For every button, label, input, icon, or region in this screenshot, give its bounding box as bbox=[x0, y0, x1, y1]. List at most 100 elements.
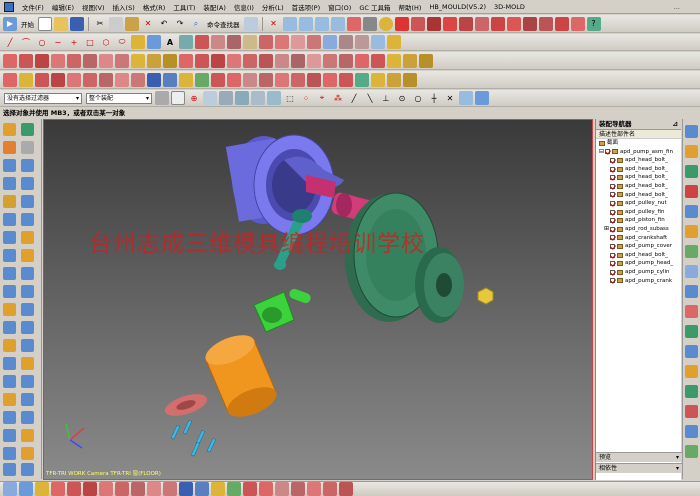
redo-icon[interactable]: ↷ bbox=[173, 17, 187, 31]
palette-tab-icon[interactable] bbox=[685, 345, 698, 358]
point-icon[interactable]: + bbox=[67, 35, 81, 49]
inspection-tab-icon[interactable] bbox=[685, 405, 698, 418]
system-scenes-tab-icon[interactable] bbox=[685, 325, 698, 338]
tree-node[interactable]: ⊞ apd_rod_subass bbox=[599, 225, 681, 234]
electrode-design-icon[interactable] bbox=[179, 482, 193, 496]
bom-icon[interactable] bbox=[387, 72, 401, 87]
thicken-icon[interactable] bbox=[3, 285, 16, 298]
visualize-icon[interactable] bbox=[291, 482, 305, 496]
camera-icon[interactable] bbox=[554, 16, 569, 31]
settings-icon[interactable] bbox=[570, 16, 585, 31]
combine-icon[interactable] bbox=[21, 411, 34, 424]
analysis-icon[interactable] bbox=[522, 16, 537, 31]
formed-icon[interactable] bbox=[3, 463, 16, 476]
insert-icon[interactable] bbox=[307, 72, 321, 87]
checkbox-icon[interactable] bbox=[605, 149, 610, 155]
start-icon[interactable]: ▶ bbox=[3, 16, 17, 31]
rib-icon[interactable] bbox=[21, 213, 34, 226]
part-navigator-icon[interactable] bbox=[21, 123, 34, 136]
emboss-icon[interactable] bbox=[3, 231, 16, 244]
pin-icon[interactable]: ⊿ bbox=[673, 119, 678, 130]
graphics-window[interactable]: 台州志成三维模具编程培训学校 TFR-TRI WORK Camera TFR-T… bbox=[43, 119, 593, 480]
tree-node[interactable]: apd_head_bolt_ bbox=[599, 251, 681, 260]
reposition-icon[interactable] bbox=[51, 72, 65, 87]
assemblies-icon[interactable] bbox=[83, 482, 97, 496]
point-on-face-icon[interactable] bbox=[459, 91, 473, 105]
menu-preferences[interactable]: 首选项(P) bbox=[288, 2, 325, 12]
checkbox-icon[interactable] bbox=[610, 243, 615, 249]
spline-icon[interactable]: ∼ bbox=[51, 35, 65, 49]
info-icon[interactable] bbox=[490, 16, 505, 31]
simulation-icon[interactable] bbox=[115, 482, 129, 496]
knowledge-fusion-icon[interactable] bbox=[259, 482, 273, 496]
checkbox-icon[interactable] bbox=[610, 235, 615, 241]
dim-icon[interactable] bbox=[538, 16, 553, 31]
assembly-navigator-tab-icon[interactable] bbox=[685, 125, 698, 138]
ellipse-icon[interactable]: ⬭ bbox=[115, 35, 129, 49]
line-icon[interactable]: ╱ bbox=[3, 35, 17, 49]
orient-icon[interactable] bbox=[410, 16, 425, 31]
checkbox-icon[interactable] bbox=[610, 226, 615, 232]
motion-icon[interactable] bbox=[195, 482, 209, 496]
checkbox-icon[interactable] bbox=[610, 192, 615, 198]
menu-insert[interactable]: 插入(S) bbox=[109, 2, 139, 12]
delete-face-icon[interactable] bbox=[21, 321, 34, 334]
midpoint-snap-icon[interactable]: ⌖ bbox=[315, 91, 329, 105]
help-icon[interactable]: ? bbox=[586, 16, 601, 31]
gate-icon[interactable] bbox=[291, 72, 305, 87]
web-browser-tab-icon[interactable] bbox=[685, 205, 698, 218]
mold-icon[interactable] bbox=[227, 72, 241, 87]
close-part-icon[interactable]: ✕ bbox=[267, 17, 281, 31]
wave-icon[interactable] bbox=[99, 72, 113, 87]
spreadsheet-icon[interactable] bbox=[19, 482, 33, 496]
tree-node[interactable]: apd_pump_cover bbox=[599, 242, 681, 251]
face-select-icon[interactable] bbox=[203, 91, 217, 105]
tree-section[interactable]: 截面 bbox=[599, 139, 681, 148]
tree-node[interactable]: apd_pump_head_ bbox=[599, 259, 681, 268]
datum-axis-icon[interactable] bbox=[403, 53, 417, 68]
project-icon[interactable] bbox=[195, 35, 209, 49]
tree-node[interactable]: apd_pump_crank bbox=[599, 277, 681, 286]
select-all-icon[interactable] bbox=[171, 91, 185, 105]
menu-file[interactable]: 文件(F) bbox=[18, 2, 48, 12]
menu-assembly[interactable]: 装配(A) bbox=[199, 2, 230, 12]
scale-icon[interactable] bbox=[339, 53, 353, 68]
drawing-icon[interactable] bbox=[163, 72, 177, 87]
tree-node[interactable]: apd_head_bolt_ bbox=[599, 173, 681, 182]
window-icon[interactable] bbox=[243, 16, 258, 31]
rectangle-icon[interactable]: □ bbox=[83, 35, 97, 49]
shell-icon[interactable] bbox=[211, 53, 225, 68]
light-icon[interactable] bbox=[458, 16, 473, 31]
trim-body-icon[interactable] bbox=[355, 53, 369, 68]
gateway-icon[interactable] bbox=[99, 482, 113, 496]
menu-hb-mould[interactable]: HB_MOULD(V5.2) bbox=[425, 3, 490, 11]
edit-curve-icon[interactable] bbox=[355, 35, 369, 49]
slider-icon[interactable] bbox=[323, 72, 337, 87]
checkbox-icon[interactable] bbox=[610, 200, 615, 206]
pocket-icon[interactable] bbox=[67, 53, 81, 68]
surface-icon[interactable] bbox=[147, 35, 161, 49]
manufacturing-icon[interactable] bbox=[131, 482, 145, 496]
soft-blend-icon[interactable] bbox=[21, 267, 34, 280]
command-finder-icon[interactable]: ⌕ bbox=[189, 17, 203, 31]
process-studio-tab-icon[interactable] bbox=[685, 265, 698, 278]
cut-icon[interactable]: ✂ bbox=[93, 17, 107, 31]
split-icon[interactable] bbox=[307, 35, 321, 49]
subtract-icon[interactable] bbox=[147, 53, 161, 68]
fit-icon[interactable] bbox=[282, 16, 297, 31]
menu-tools[interactable]: 工具(T) bbox=[169, 2, 199, 12]
table-icon[interactable] bbox=[3, 482, 17, 496]
route-icon[interactable] bbox=[195, 72, 209, 87]
cooling-icon[interactable] bbox=[355, 72, 369, 87]
history-tab-icon[interactable] bbox=[685, 225, 698, 238]
drafting-icon[interactable] bbox=[35, 482, 49, 496]
extrude-icon[interactable] bbox=[3, 53, 17, 68]
zoom-icon[interactable] bbox=[298, 16, 313, 31]
column-header[interactable]: 描述性部件名 bbox=[596, 130, 681, 139]
selection-scope-select[interactable]: 整个装配 ▾ bbox=[86, 92, 152, 104]
navigator-icon[interactable] bbox=[3, 123, 16, 136]
section-icon[interactable] bbox=[426, 16, 441, 31]
menu-info[interactable]: 信息(I) bbox=[230, 2, 258, 12]
paste-icon[interactable] bbox=[125, 16, 139, 31]
intersect-body-icon[interactable] bbox=[163, 53, 177, 68]
